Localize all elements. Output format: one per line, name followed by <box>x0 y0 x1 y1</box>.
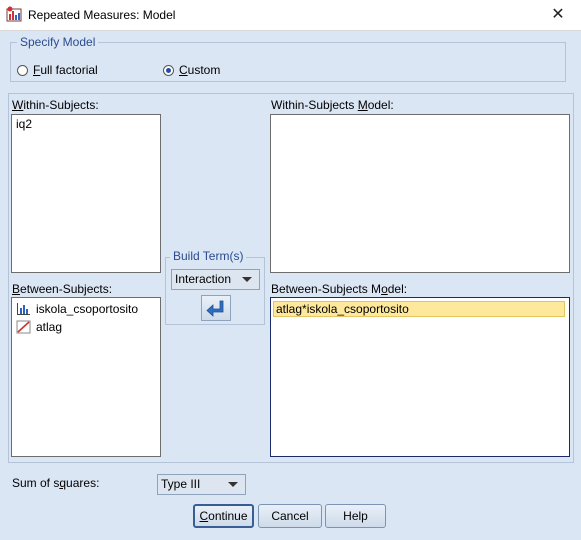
between-subjects-label: Between-Subjects: <box>12 282 113 296</box>
close-icon: ✕ <box>551 6 565 23</box>
title-bar: Repeated Measures: Model ✕ <box>0 0 581 31</box>
custom-radio-circle[interactable] <box>163 64 174 76</box>
custom-radio[interactable]: Custom <box>163 63 220 77</box>
list-item[interactable]: iq2 <box>12 115 160 133</box>
list-item-label: iskola_csoportosito <box>36 302 139 316</box>
close-button[interactable]: ✕ <box>535 0 581 30</box>
full-factorial-label: Full factorial <box>33 63 98 77</box>
chevron-down-icon <box>242 277 252 282</box>
specify-model-legend: Specify Model <box>17 35 99 49</box>
spss-app-icon <box>6 6 22 22</box>
list-item[interactable]: iskola_csoportosito <box>12 300 160 318</box>
dialog-body: Specify Model Full factorial Custom With… <box>0 31 581 540</box>
within-subjects-list[interactable]: iq2 <box>11 114 161 273</box>
sum-of-squares-value: Type III <box>161 477 201 491</box>
within-subjects-model-list[interactable] <box>270 114 570 273</box>
sum-of-squares-select[interactable]: Type III <box>157 474 246 495</box>
full-factorial-radio-circle[interactable] <box>17 64 28 76</box>
between-subjects-list[interactable]: iskola_csoportosito atlag <box>11 297 161 457</box>
custom-label: Custom <box>179 63 221 77</box>
bar-chart-icon <box>17 303 30 315</box>
within-subjects-model-label: Within-Subjects Model: <box>271 98 394 112</box>
cancel-button[interactable]: Cancel <box>258 504 322 528</box>
build-term-type-select[interactable]: Interaction <box>171 269 260 290</box>
within-subjects-label: Within-Subjects: <box>12 98 99 112</box>
window-title: Repeated Measures: Model <box>28 8 176 22</box>
chevron-down-icon <box>228 482 238 487</box>
list-item[interactable]: atlag <box>12 318 160 336</box>
continue-button[interactable]: Continue <box>193 504 254 528</box>
build-terms-legend: Build Term(s) <box>170 249 247 263</box>
build-term-type-value: Interaction <box>175 272 232 286</box>
full-factorial-radio[interactable]: Full factorial <box>17 63 98 77</box>
sum-of-squares-label: Sum of squares: <box>12 476 100 490</box>
list-item-selected[interactable]: atlag*iskola_csoportosito <box>273 301 565 317</box>
between-subjects-model-list[interactable]: atlag*iskola_csoportosito <box>270 297 570 457</box>
move-term-button[interactable] <box>201 295 231 321</box>
move-arrow-icon <box>206 300 224 317</box>
list-item-label: atlag <box>36 320 63 334</box>
help-button[interactable]: Help <box>325 504 386 528</box>
between-subjects-model-label: Between-Subjects Model: <box>271 282 408 296</box>
scale-ruler-icon <box>16 320 31 334</box>
